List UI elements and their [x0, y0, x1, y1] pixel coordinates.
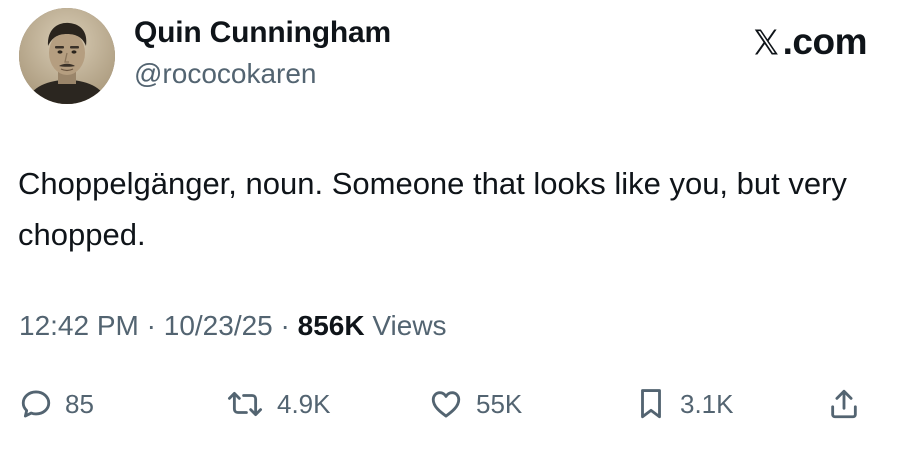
share-icon [831, 389, 857, 419]
like-count: 55K [476, 388, 523, 419]
reply-button[interactable]: 85 [19, 378, 94, 430]
author-handle[interactable]: @rococokaren [134, 58, 317, 90]
bookmark-button[interactable]: 3.1K [634, 378, 734, 430]
meta-separator: · [272, 310, 298, 341]
reply-icon [21, 390, 51, 418]
share-button[interactable] [827, 378, 861, 430]
tweet-text: Choppelgänger, noun. Someone that looks … [18, 166, 847, 252]
tweet-meta: 12:42 PM · 10/23/25 · 856K Views [19, 310, 447, 342]
views-count[interactable]: 856K [298, 310, 365, 341]
repost-count: 4.9K [277, 388, 331, 419]
brand-watermark: .com [751, 21, 868, 63]
tweet-card: Quin Cunningham @rococokaren .com Choppe… [0, 0, 900, 455]
bookmark-count: 3.1K [680, 388, 734, 419]
avatar[interactable] [19, 8, 115, 104]
views-label: Views [364, 310, 447, 341]
like-button[interactable]: 55K [428, 378, 522, 430]
profile-photo-icon [19, 8, 115, 104]
heart-icon [431, 391, 461, 418]
x-logo-icon [754, 29, 778, 55]
repost-button[interactable]: 4.9K [225, 378, 331, 430]
author-name[interactable]: Quin Cunningham [134, 16, 391, 50]
tweet-time[interactable]: 12:42 PM [19, 310, 139, 341]
meta-separator: · [138, 310, 164, 341]
action-bar: 85 4.9K 55K 3.1K [0, 378, 900, 430]
bookmark-icon [641, 389, 661, 419]
tweet-date[interactable]: 10/23/25 [164, 310, 273, 341]
repost-icon [228, 391, 262, 417]
brand-label: .com [782, 21, 868, 62]
reply-count: 85 [65, 388, 94, 419]
